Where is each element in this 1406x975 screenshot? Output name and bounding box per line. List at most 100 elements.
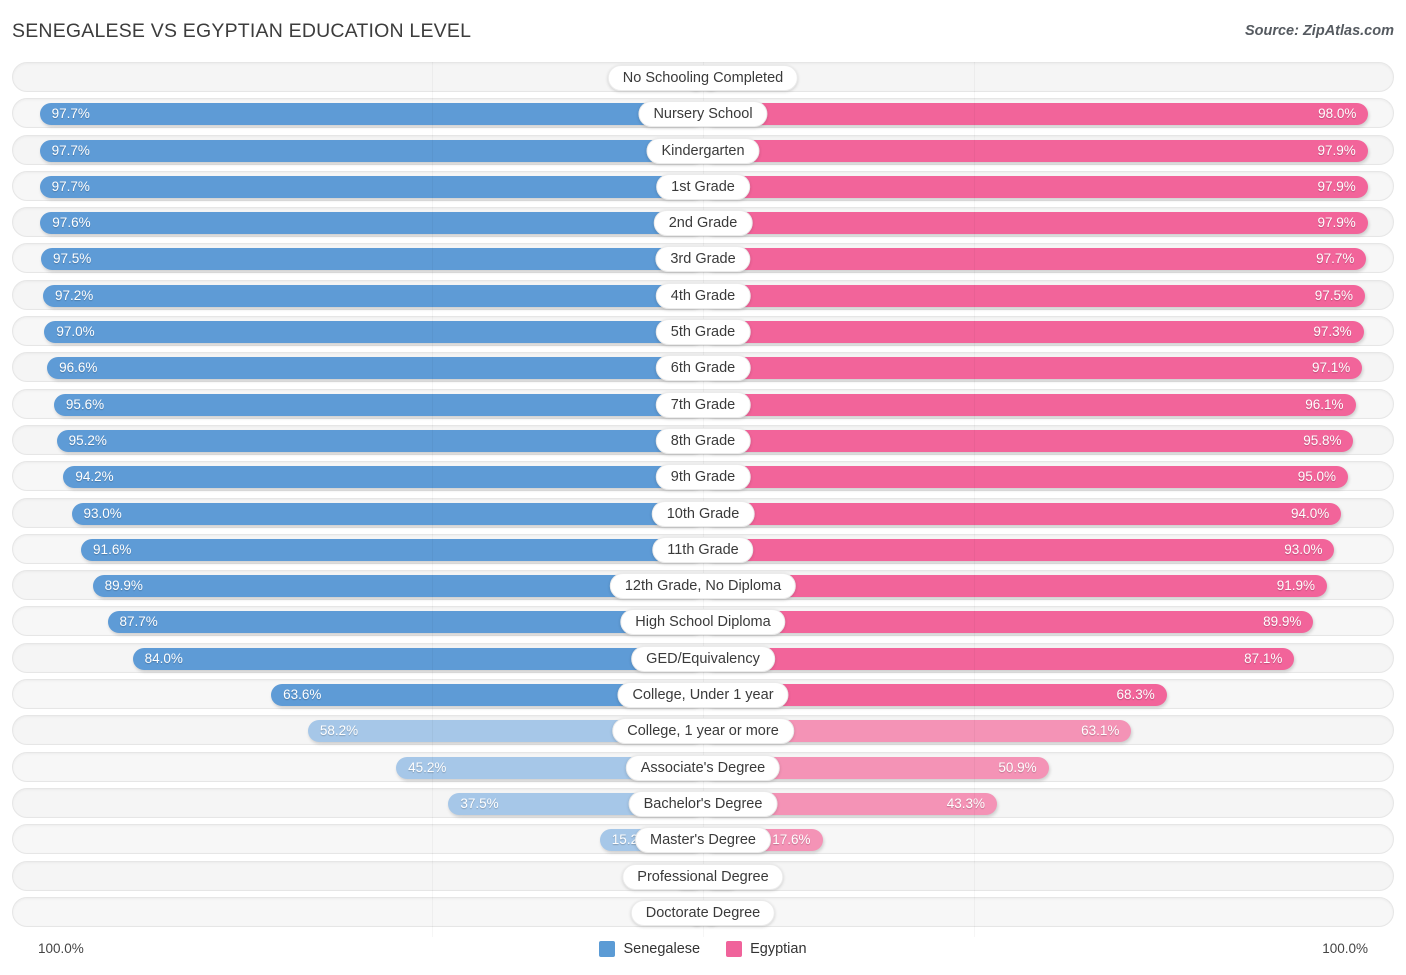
legend-item[interactable]: Senegalese (599, 941, 700, 957)
bar-egyptian (703, 176, 1368, 198)
row-track: 97.7%97.9%1st Grade (12, 171, 1394, 201)
legend-swatch-icon (599, 941, 615, 957)
chart-row: 97.6%97.9%2nd Grade (0, 207, 1406, 237)
chart-row: 84.0%87.1%GED/Equivalency (0, 643, 1406, 673)
row-track: 93.0%94.0%10th Grade (12, 498, 1394, 528)
category-label: 1st Grade (656, 174, 750, 200)
value-label-egyptian: 97.3% (1313, 317, 1351, 347)
value-label-senegalese: 96.6% (59, 353, 97, 383)
category-label: Nursery School (638, 101, 767, 127)
bar-senegalese (40, 103, 703, 125)
value-label-senegalese: 97.7% (52, 136, 90, 166)
legend-item[interactable]: Egyptian (726, 941, 806, 957)
value-label-egyptian: 97.9% (1317, 172, 1355, 202)
row-track: 94.2%95.0%9th Grade (12, 461, 1394, 491)
category-label: 6th Grade (656, 355, 751, 381)
bar-egyptian (703, 503, 1341, 525)
value-label-senegalese: 87.7% (120, 607, 158, 637)
chart-legend: Senegalese Egyptian (0, 941, 1406, 957)
value-label-egyptian: 97.5% (1315, 281, 1353, 311)
bar-senegalese (63, 466, 703, 488)
bar-senegalese (133, 648, 703, 670)
bar-egyptian (703, 248, 1366, 270)
chart-row: 45.2%50.9%Associate's Degree (0, 752, 1406, 782)
category-label: 8th Grade (656, 428, 751, 454)
bar-egyptian (703, 466, 1348, 488)
value-label-egyptian: 93.0% (1284, 535, 1322, 565)
value-label-senegalese: 97.7% (52, 99, 90, 129)
row-track: 97.0% 97.3% 5th Grade (12, 316, 1394, 346)
value-label-senegalese: 84.0% (145, 644, 183, 674)
chart-row: 89.9%91.9%12th Grade, No Diploma (0, 570, 1406, 600)
value-label-egyptian: 95.8% (1303, 426, 1341, 456)
row-track: 84.0%87.1%GED/Equivalency (12, 643, 1394, 673)
bar-egyptian (703, 394, 1356, 416)
chart-row: 94.2%95.0%9th Grade (0, 461, 1406, 491)
value-label-egyptian: 96.1% (1305, 390, 1343, 420)
row-track: 45.2%50.9%Associate's Degree (12, 752, 1394, 782)
value-label-senegalese: 58.2% (320, 716, 358, 746)
category-label: Kindergarten (646, 138, 759, 164)
diverging-bar-chart: 2.3%2.1%No Schooling Completed97.7%98.0%… (0, 62, 1406, 937)
bar-senegalese (40, 212, 703, 234)
row-track: 97.2%97.5%4th Grade (12, 280, 1394, 310)
chart-footer: 100.0% 100.0% SenegaleseEgyptian (0, 937, 1406, 975)
chart-row: 97.5%97.7%3rd Grade (0, 243, 1406, 273)
row-track: 97.7% 98.0% Nursery School (12, 98, 1394, 128)
row-track: 97.7% 97.9% Kindergarten (12, 135, 1394, 165)
chart-row: 95.6%96.1%7th Grade (0, 389, 1406, 419)
bar-senegalese (40, 140, 703, 162)
chart-row: 15.2%17.6%Master's Degree (0, 824, 1406, 854)
row-track: 95.6%96.1%7th Grade (12, 389, 1394, 419)
value-label-egyptian: 89.9% (1263, 607, 1301, 637)
chart-row: 4.6%5.3%Professional Degree (0, 861, 1406, 891)
value-label-egyptian: 87.1% (1244, 644, 1282, 674)
legend-label: Senegalese (623, 941, 700, 957)
value-label-senegalese: 97.0% (56, 317, 94, 347)
value-label-senegalese: 97.5% (53, 244, 91, 274)
chart-page: SENEGALESE VS EGYPTIAN EDUCATION LEVEL S… (0, 0, 1406, 975)
value-label-senegalese: 89.9% (105, 571, 143, 601)
category-label: Master's Degree (635, 827, 771, 853)
chart-row: 97.0% 97.3% 5th Grade (0, 316, 1406, 346)
value-label-senegalese: 97.6% (52, 208, 90, 238)
bar-egyptian (703, 321, 1364, 343)
chart-row: 97.7% 97.9% Kindergarten (0, 135, 1406, 165)
category-label: Doctorate Degree (631, 900, 775, 926)
category-label: 3rd Grade (655, 246, 750, 272)
row-track: 37.5%43.3%Bachelor's Degree (12, 788, 1394, 818)
page-header: SENEGALESE VS EGYPTIAN EDUCATION LEVEL S… (0, 0, 1406, 62)
value-label-egyptian: 97.1% (1312, 353, 1350, 383)
chart-row: 2.0%2.2%Doctorate Degree (0, 897, 1406, 927)
value-label-egyptian: 97.9% (1317, 136, 1355, 166)
value-label-egyptian: 98.0% (1318, 99, 1356, 129)
row-track: 91.6%93.0%11th Grade (12, 534, 1394, 564)
value-label-egyptian: 91.9% (1277, 571, 1315, 601)
value-label-egyptian: 94.0% (1291, 499, 1329, 529)
category-label: No Schooling Completed (608, 65, 798, 91)
bar-senegalese (43, 285, 703, 307)
category-label: Associate's Degree (626, 755, 780, 781)
category-label: 5th Grade (656, 319, 751, 345)
bar-egyptian (703, 430, 1353, 452)
value-label-senegalese: 37.5% (460, 789, 498, 819)
row-track: 95.2%95.8%8th Grade (12, 425, 1394, 455)
category-label: College, Under 1 year (617, 682, 788, 708)
value-label-egyptian: 63.1% (1081, 716, 1119, 746)
legend-swatch-icon (726, 941, 742, 957)
value-label-senegalese: 93.0% (84, 499, 122, 529)
row-track: 97.5%97.7%3rd Grade (12, 243, 1394, 273)
row-track: 89.9%91.9%12th Grade, No Diploma (12, 570, 1394, 600)
value-label-egyptian: 50.9% (998, 753, 1036, 783)
row-track: 2.0%2.2%Doctorate Degree (12, 897, 1394, 927)
chart-row: 93.0%94.0%10th Grade (0, 498, 1406, 528)
category-label: 7th Grade (656, 392, 751, 418)
bar-egyptian (703, 575, 1327, 597)
bar-egyptian (703, 357, 1362, 379)
chart-row: 37.5%43.3%Bachelor's Degree (0, 788, 1406, 818)
row-track: 63.6%68.3%College, Under 1 year (12, 679, 1394, 709)
source-attribution: Source: ZipAtlas.com (1245, 23, 1394, 39)
category-label: High School Diploma (620, 609, 785, 635)
value-label-egyptian: 17.6% (772, 825, 810, 855)
bar-egyptian (703, 285, 1365, 307)
